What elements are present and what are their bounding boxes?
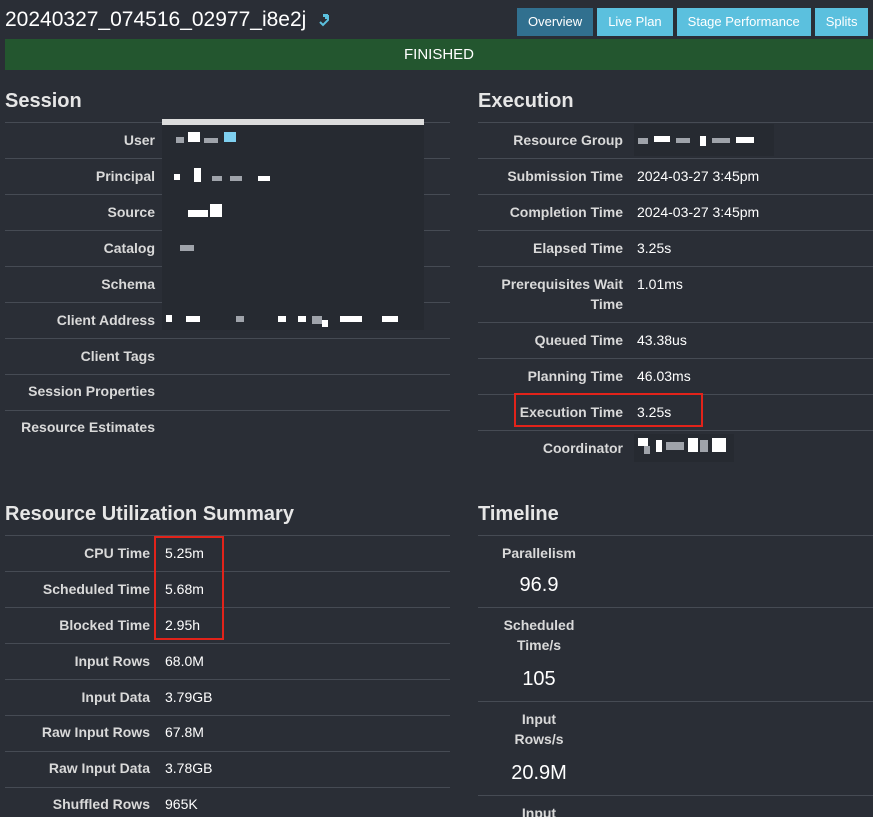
- timeline-label-line1: Scheduled: [503, 617, 575, 633]
- row-value: 3.79GB: [165, 689, 213, 705]
- execution-row-elapsed-time: Elapsed Time 3.25s: [478, 230, 873, 266]
- row-value: 46.03ms: [637, 368, 691, 384]
- timeline-item-parallelism: Parallelism 96.9: [478, 535, 873, 607]
- row-label: Catalog: [103, 240, 155, 256]
- row-label: User: [123, 132, 155, 148]
- redacted-session-values: [162, 120, 424, 330]
- execution-row-planning-time: Planning Time 46.03ms: [478, 358, 873, 394]
- resource-row-input-rows: Input Rows 68.0M: [5, 643, 450, 679]
- tab-overview[interactable]: Overview: [517, 8, 594, 36]
- tab-stage-performance[interactable]: Stage Performance: [676, 8, 811, 36]
- annotation-box-resource-times: [154, 536, 224, 640]
- row-value: 1.01ms: [637, 276, 683, 292]
- timeline-item-scheduled-time: Scheduled Time/s 105: [478, 607, 873, 701]
- resource-row-input-data: Input Data 3.79GB: [5, 679, 450, 715]
- row-label: Input Data: [81, 689, 150, 705]
- timeline-label: Parallelism: [502, 545, 576, 561]
- redaction-bar: [162, 119, 424, 125]
- execution-row-queued-time: Queued Time 43.38us: [478, 322, 873, 358]
- row-label: Raw Input Rows: [41, 724, 150, 740]
- session-title: Session: [5, 90, 82, 112]
- row-label: Shuffled Rows: [52, 796, 150, 812]
- status-banner: FINISHED: [5, 39, 873, 70]
- row-label: Schema: [101, 276, 155, 292]
- row-label: Resource Group: [513, 132, 623, 148]
- row-value: 3.25s: [637, 240, 672, 256]
- row-value: 43.38us: [637, 332, 687, 348]
- row-value: 3.78GB: [165, 760, 213, 776]
- row-label: Queued Time: [534, 332, 623, 348]
- timeline-label-line2: Time/s: [516, 637, 562, 653]
- resource-row-cpu-time: CPU Time 5.25m: [5, 535, 450, 571]
- resource-row-raw-input-data: Raw Input Data 3.78GB: [5, 751, 450, 787]
- row-value: 965K: [165, 796, 198, 812]
- page-header: 20240327_074516_02977_i8e2j Overview Liv…: [0, 0, 873, 38]
- timeline-label-line2: Rows/s: [514, 731, 564, 747]
- query-id-title: 20240327_074516_02977_i8e2j: [5, 8, 307, 31]
- annotation-box-execution-time: [514, 393, 703, 427]
- row-label: Session Properties: [28, 383, 155, 399]
- row-label: Coordinator: [542, 440, 623, 456]
- timeline-value: 96.9: [519, 574, 559, 596]
- resource-row-raw-input-rows: Raw Input Rows 67.8M: [5, 715, 450, 751]
- row-value: 67.8M: [165, 724, 204, 740]
- timeline-item-input-rows: Input Rows/s 20.9M: [478, 701, 873, 795]
- row-label: Submission Time: [507, 168, 623, 184]
- timeline-value: 20.9M: [511, 762, 567, 784]
- resource-row-blocked-time: Blocked Time 2.95h: [5, 607, 450, 643]
- row-label-line1: Prerequisites Wait: [501, 276, 623, 292]
- execution-title: Execution: [478, 90, 574, 112]
- row-value: 68.0M: [165, 653, 204, 669]
- session-row-session-properties: Session Properties: [5, 374, 450, 410]
- row-label: Scheduled Time: [42, 581, 150, 597]
- row-label-line2: Time: [590, 296, 623, 312]
- timeline-title: Timeline: [478, 503, 559, 525]
- row-label: Raw Input Data: [48, 760, 150, 776]
- tab-bar: Overview Live Plan Stage Performance Spl…: [517, 8, 869, 36]
- row-label: Planning Time: [527, 368, 623, 384]
- timeline-value: 105: [522, 668, 556, 690]
- row-label: Input Rows: [74, 653, 150, 669]
- resource-row-shuffled-rows: Shuffled Rows 965K: [5, 787, 450, 817]
- row-label: Resource Estimates: [21, 419, 155, 435]
- resource-row-scheduled-time: Scheduled Time 5.68m: [5, 571, 450, 607]
- resource-utilization-title: Resource Utilization Summary: [5, 503, 294, 525]
- row-value: 2024-03-27 3:45pm: [637, 204, 760, 220]
- execution-row-prerequisites-wait-time: Prerequisites Wait Time 1.01ms: [478, 266, 873, 322]
- row-label: Principal: [95, 168, 155, 184]
- clipboard-icon[interactable]: [318, 13, 332, 27]
- timeline-item-input: Input: [478, 795, 873, 817]
- row-label: Client Tags: [80, 348, 155, 364]
- tab-live-plan[interactable]: Live Plan: [597, 8, 673, 36]
- row-label: Elapsed Time: [532, 240, 623, 256]
- tab-splits[interactable]: Splits: [814, 8, 869, 36]
- execution-row-submission-time: Submission Time 2024-03-27 3:45pm: [478, 158, 873, 194]
- row-label: CPU Time: [84, 545, 150, 561]
- row-label: Client Address: [56, 312, 155, 328]
- row-label: Completion Time: [509, 204, 623, 220]
- execution-row-completion-time: Completion Time 2024-03-27 3:45pm: [478, 194, 873, 230]
- session-row-client-tags: Client Tags: [5, 338, 450, 374]
- timeline-label-line1: Input: [521, 711, 557, 727]
- session-row-resource-estimates: Resource Estimates: [5, 410, 450, 446]
- row-value: 2024-03-27 3:45pm: [637, 168, 760, 184]
- row-label: Blocked Time: [59, 617, 150, 633]
- timeline-label: Input: [521, 805, 557, 817]
- row-label: Source: [107, 204, 155, 220]
